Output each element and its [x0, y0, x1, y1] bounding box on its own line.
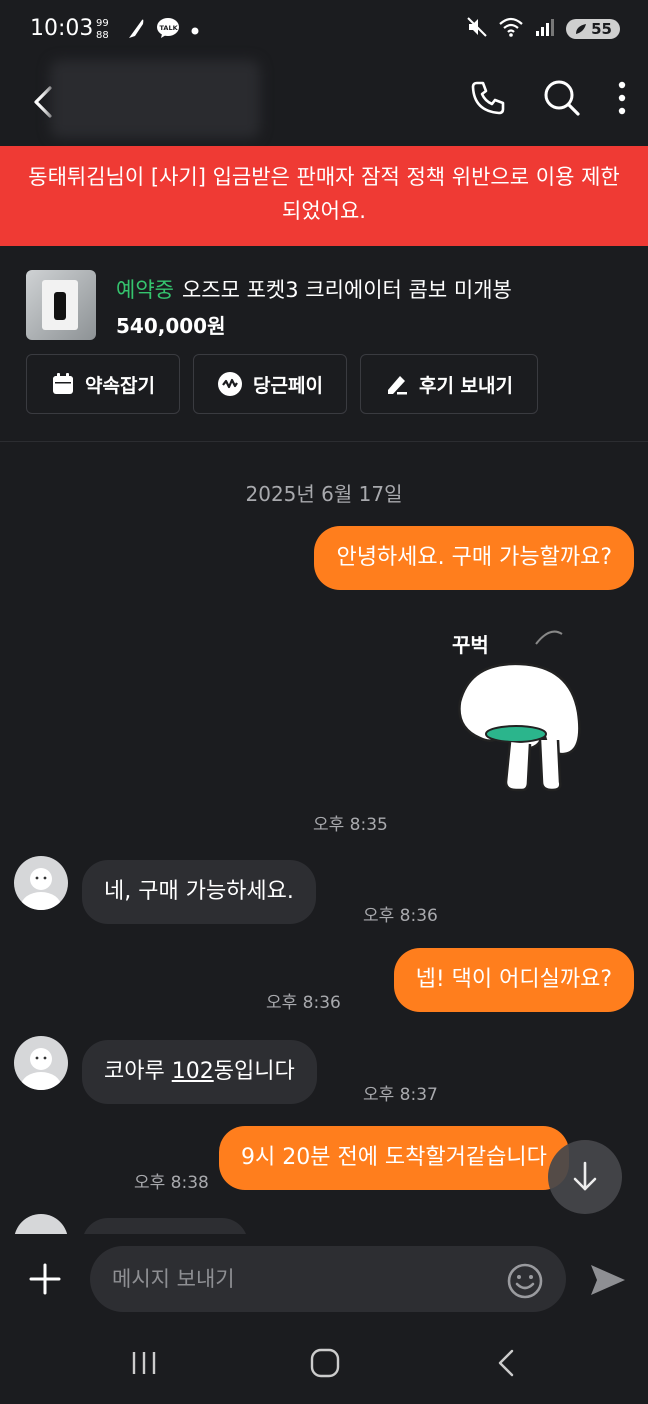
recent-apps-button[interactable] — [128, 1348, 160, 1382]
message-input[interactable]: 메시지 보내기 — [90, 1246, 566, 1312]
feather-icon — [126, 16, 146, 44]
message-time: 오후 8:35 — [313, 815, 388, 835]
nav-back-button[interactable] — [492, 1348, 522, 1382]
review-button[interactable]: 후기 보내기 — [360, 354, 538, 414]
product-title: 오즈모 포켓3 크리에이터 콤보 미개봉 — [181, 278, 512, 302]
emoji-icon — [507, 1263, 543, 1299]
message-time: 오후 8:36 — [363, 906, 438, 926]
status-bar: 10:03 99 88 TALK 55 — [0, 0, 648, 60]
product-thumbnail[interactable] — [26, 270, 96, 340]
message-bubble-mine[interactable]: 안녕하세요. 구매 가능할까요? — [314, 526, 634, 590]
search-button[interactable] — [542, 78, 582, 122]
battery-level: 55 — [591, 20, 612, 38]
product-actions: 약속잡기 당근페이 후기 보내기 — [26, 354, 538, 414]
message-text: 9시 20분 전에 도착할거같습니다 — [241, 1145, 547, 1170]
message-text-prefix: 코아루 — [104, 1059, 172, 1084]
product-title-line[interactable]: 예약중 오즈모 포켓3 크리에이터 콤보 미개봉 — [116, 274, 512, 304]
pay-button[interactable]: 당근페이 — [193, 354, 347, 414]
chat-partner-name-blurred — [50, 60, 260, 138]
message-input-bar: 메시지 보내기 — [0, 1240, 648, 1326]
status-time: 10:03 — [30, 16, 94, 41]
avatar[interactable] — [14, 1036, 68, 1090]
avatar-icon — [21, 1048, 61, 1090]
message-bubble-mine[interactable]: 넵! 댁이 어디실까요? — [393, 948, 634, 1012]
message-input-placeholder: 메시지 보내기 — [112, 1267, 235, 1291]
message-time: 오후 8:36 — [266, 993, 341, 1013]
message-time: 오후 8:38 — [134, 1173, 209, 1193]
sticker-bow[interactable]: 꾸벅 — [440, 622, 590, 812]
dot-icon — [190, 21, 200, 40]
battery-icon: 55 — [566, 19, 620, 39]
home-button[interactable] — [308, 1348, 342, 1382]
wifi-icon — [498, 16, 524, 42]
message-text: 안녕하세요. 구매 가능할까요? — [336, 545, 612, 570]
recent-apps-icon — [132, 1352, 156, 1374]
search-icon — [544, 80, 580, 116]
message-link[interactable]: 102 — [172, 1059, 214, 1084]
arrow-down-icon — [573, 1161, 597, 1191]
attach-button[interactable] — [26, 1260, 64, 1298]
svg-text:99: 99 — [96, 18, 109, 29]
kakaotalk-icon: TALK — [156, 17, 180, 43]
message-bubble-other[interactable] — [82, 1218, 248, 1234]
avatar-icon — [21, 868, 61, 910]
svg-text:88: 88 — [96, 30, 109, 40]
mute-icon — [466, 16, 488, 42]
date-divider: 2025년 6월 17일 — [245, 482, 403, 506]
status-right-icons: 55 — [466, 16, 620, 42]
product-status-badge: 예약중 — [116, 278, 174, 302]
message-text: 네, 구매 가능하세요. — [104, 879, 294, 904]
warning-text: 동태튀김님이 [사기] 입금받은 판매자 잠적 정책 위반으로 이용 제한되었어… — [28, 165, 620, 223]
pay-label: 당근페이 — [253, 374, 323, 397]
call-button[interactable] — [468, 78, 508, 122]
review-label: 후기 보내기 — [418, 374, 513, 397]
emoji-button[interactable] — [506, 1260, 544, 1299]
message-text-suffix: 동입니다 — [213, 1059, 295, 1084]
product-price: 540,000원 — [116, 314, 226, 338]
header-actions — [468, 78, 628, 122]
system-nav-bar — [0, 1326, 648, 1404]
send-icon — [591, 1265, 625, 1295]
gallery-icon: 99 88 — [96, 16, 116, 44]
signal-icon — [534, 17, 556, 41]
scroll-to-bottom-button[interactable] — [548, 1140, 622, 1214]
product-card: 예약중 오즈모 포켓3 크리에이터 콤보 미개봉 540,000원 약속잡기 당근… — [0, 246, 648, 442]
more-button[interactable] — [616, 78, 628, 122]
schedule-label: 약속잡기 — [85, 374, 155, 397]
message-text: 넵! 댁이 어디실까요? — [415, 967, 612, 992]
phone-icon — [471, 81, 505, 115]
message-bubble-mine[interactable]: 9시 20분 전에 도착할거같습니다 — [219, 1126, 569, 1190]
home-icon — [310, 1348, 340, 1378]
avatar[interactable] — [14, 1214, 68, 1234]
chat-header — [0, 60, 648, 146]
more-icon — [618, 81, 626, 115]
restriction-warning-banner: 동태튀김님이 [사기] 입금받은 판매자 잠적 정책 위반으로 이용 제한되었어… — [0, 146, 648, 246]
schedule-button[interactable]: 약속잡기 — [26, 354, 180, 414]
back-nav-icon — [498, 1349, 514, 1377]
pencil-icon — [387, 376, 407, 395]
status-left-icons: 99 88 TALK — [96, 16, 200, 44]
avatar[interactable] — [14, 856, 68, 910]
plus-icon — [29, 1263, 61, 1295]
sticker-text: 꾸벅 — [452, 633, 489, 657]
message-bubble-other[interactable]: 코아루 102동입니다 — [82, 1040, 317, 1104]
pay-icon — [218, 372, 243, 396]
calendar-icon — [53, 373, 74, 394]
kakao-label: TALK — [160, 24, 179, 32]
message-bubble-other[interactable]: 네, 구매 가능하세요. — [82, 860, 316, 924]
message-time: 오후 8:37 — [363, 1085, 438, 1105]
chat-messages[interactable]: 2025년 6월 17일 안녕하세요. 구매 가능할까요? 꾸벅 오후 8:35… — [0, 442, 648, 1234]
send-button[interactable] — [588, 1262, 628, 1298]
